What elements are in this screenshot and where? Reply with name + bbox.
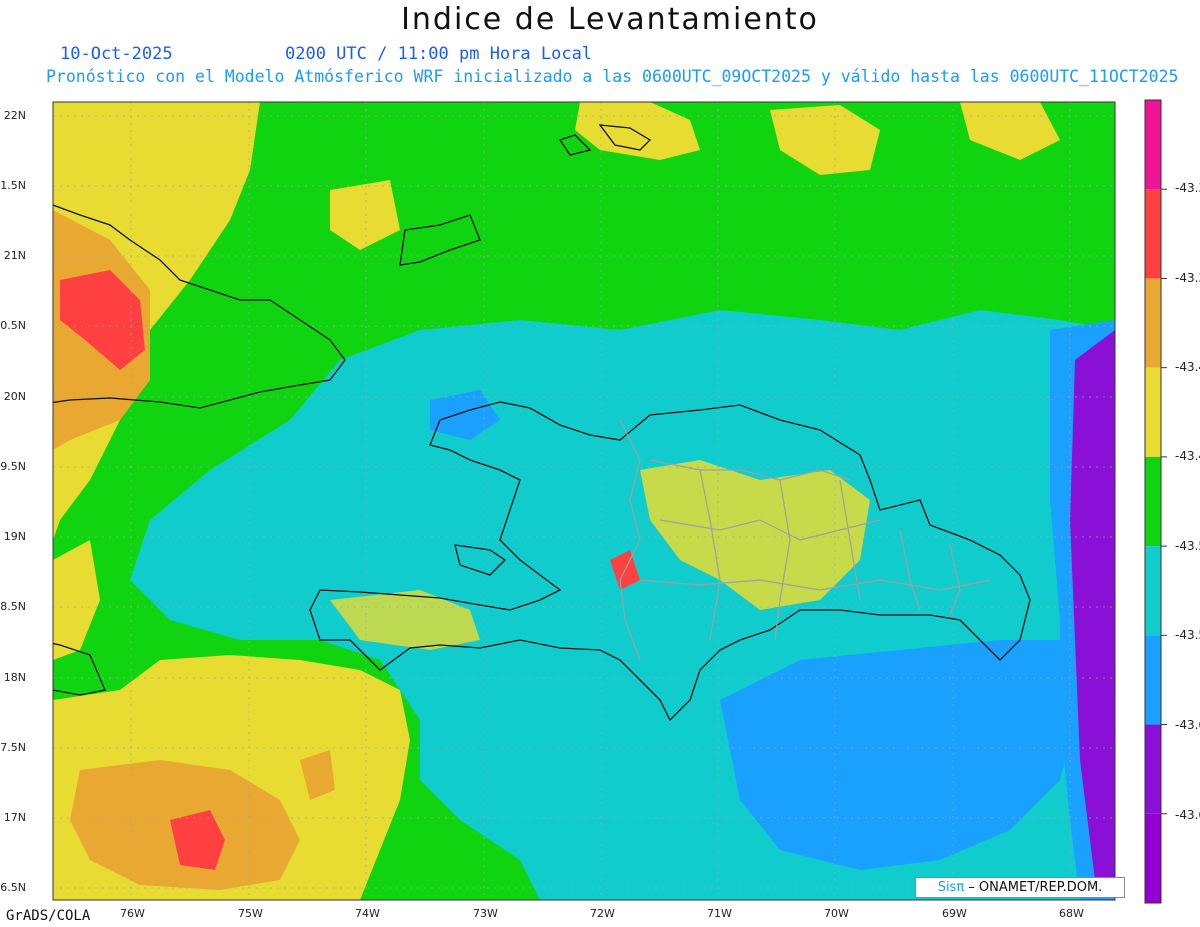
map-field	[53, 102, 1115, 900]
lifted-index-map	[52, 99, 1167, 904]
colorbar-swatch	[1145, 278, 1161, 368]
y-label-18n: 18N	[3, 671, 26, 684]
y-label-17n: 17N	[3, 811, 26, 824]
x-label-71w: 71W	[707, 907, 732, 920]
x-label-68w: 68W	[1059, 907, 1084, 920]
x-label-74w: 74W	[355, 907, 380, 920]
y-label-18-5n: 8.5N	[0, 600, 26, 613]
x-label-73w: 73W	[473, 907, 498, 920]
colorbar-swatch	[1145, 724, 1161, 814]
colorbar-label: -43.6	[1175, 718, 1200, 732]
colorbar-label: -43.6	[1175, 808, 1200, 822]
colorbar-swatch	[1145, 635, 1161, 725]
y-label-22n: 22N	[3, 109, 26, 122]
y-label-21-5n: 1.5N	[0, 179, 26, 192]
credit-brand: Sisπ	[937, 880, 965, 895]
y-label-20-5n: 0.5N	[0, 319, 26, 332]
credit-box: Sisπ – ONAMET/REP.DOM.	[915, 877, 1125, 898]
y-label-20n: 20N	[3, 390, 26, 403]
colorbar-label: -43.3	[1175, 271, 1200, 285]
x-label-69w: 69W	[942, 907, 967, 920]
colorbar-label: -43.5	[1175, 628, 1200, 642]
colorbar-swatch	[1145, 813, 1161, 903]
colorbar-swatch	[1145, 456, 1161, 547]
y-label-19n: 19N	[3, 530, 26, 543]
colorbar-label: -43.3	[1175, 181, 1200, 195]
x-label-70w: 70W	[824, 907, 849, 920]
colorbar-label: -43.5	[1175, 539, 1200, 553]
colorbar-swatch	[1145, 100, 1161, 190]
colorbar-swatch	[1145, 367, 1161, 457]
x-label-72w: 72W	[590, 907, 615, 920]
x-label-76w: 76W	[120, 907, 145, 920]
credit-text: – ONAMET/REP.DOM.	[964, 880, 1103, 895]
y-label-21n: 21N	[3, 249, 26, 262]
colorbar-label: -43.4	[1175, 449, 1200, 463]
y-label-16-5n: 6.5N	[0, 881, 26, 894]
colorbar-swatch	[1145, 546, 1161, 636]
colorbar-swatch	[1145, 189, 1161, 279]
y-label-19-5n: 9.5N	[0, 460, 26, 473]
y-label-17-5n: 7.5N	[0, 741, 26, 754]
colorbar-label: -43.4	[1175, 360, 1200, 374]
x-label-75w: 75W	[238, 907, 263, 920]
colorbar	[1144, 99, 1167, 904]
grads-footer: GrADS/COLA	[6, 908, 91, 924]
